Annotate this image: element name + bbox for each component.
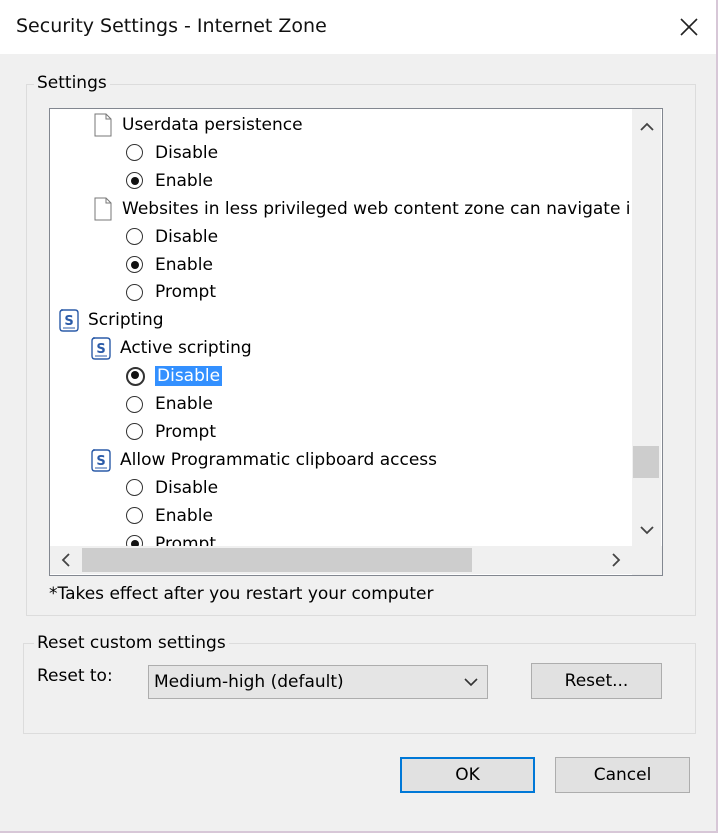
setting-label: Allow Programmatic clipboard access bbox=[120, 449, 437, 470]
chevron-down-icon bbox=[639, 526, 654, 535]
setting-label: Enable bbox=[155, 394, 213, 414]
reset-to-label: Reset to: bbox=[37, 666, 113, 686]
radio-button[interactable] bbox=[126, 395, 143, 413]
settings-tree-box: Userdata persistence Disable Enable Website… bbox=[49, 108, 663, 576]
close-icon bbox=[680, 18, 698, 36]
setting-option-enable[interactable]: Enable bbox=[50, 390, 632, 418]
setting-option-prompt[interactable]: Prompt bbox=[50, 278, 632, 306]
svg-text:S: S bbox=[64, 314, 73, 329]
setting-option-enable[interactable]: Enable bbox=[50, 167, 632, 195]
setting-label: Scripting bbox=[88, 310, 164, 331]
scroll-up-button[interactable] bbox=[632, 113, 661, 141]
scrollbar-corner bbox=[632, 546, 662, 575]
radio-button[interactable] bbox=[126, 228, 143, 246]
setting-option-prompt[interactable]: Prompt bbox=[50, 418, 632, 446]
radio-button[interactable] bbox=[126, 366, 145, 386]
settings-tree[interactable]: Userdata persistence Disable Enable Website… bbox=[50, 109, 632, 546]
dialog-title: Security Settings - Internet Zone bbox=[16, 15, 327, 37]
setting-item[interactable]: S Allow Programmatic clipboard access bbox=[50, 446, 632, 474]
radio-button[interactable] bbox=[126, 172, 143, 190]
setting-label: Disable bbox=[155, 366, 223, 387]
setting-label: Disable bbox=[155, 477, 219, 498]
setting-label: Disable bbox=[155, 142, 219, 163]
setting-item[interactable]: Userdata persistence bbox=[50, 111, 632, 139]
setting-label: Websites in less privileged web content … bbox=[122, 198, 632, 219]
cancel-button[interactable]: Cancel bbox=[555, 757, 690, 793]
radio-button[interactable] bbox=[126, 479, 143, 497]
setting-option-prompt[interactable]: Prompt bbox=[50, 530, 632, 547]
document-icon bbox=[90, 196, 116, 222]
setting-label: Prompt bbox=[155, 282, 216, 303]
setting-label: Enable bbox=[155, 254, 213, 275]
setting-option-enable[interactable]: Enable bbox=[50, 502, 632, 530]
reset-level-value: Medium-high (default) bbox=[154, 672, 344, 692]
settings-group-label: Settings bbox=[34, 73, 110, 93]
horizontal-scrollbar[interactable] bbox=[50, 546, 632, 574]
chevron-right-icon bbox=[612, 553, 621, 567]
setting-option-disable[interactable]: Disable bbox=[50, 223, 632, 251]
chevron-up-icon bbox=[639, 122, 654, 131]
setting-category[interactable]: S Scripting bbox=[50, 306, 632, 334]
radio-button[interactable] bbox=[126, 535, 143, 546]
scroll-right-button[interactable] bbox=[604, 546, 628, 574]
vertical-scroll-thumb[interactable] bbox=[633, 446, 659, 478]
horizontal-scroll-thumb[interactable] bbox=[82, 548, 472, 572]
setting-option-disable[interactable]: Disable bbox=[50, 474, 632, 502]
setting-label: Prompt bbox=[155, 533, 216, 547]
scroll-down-button[interactable] bbox=[632, 516, 661, 544]
setting-label: Enable bbox=[155, 170, 213, 191]
radio-button[interactable] bbox=[126, 507, 143, 525]
script-icon: S bbox=[88, 335, 114, 361]
setting-item[interactable]: S Active scripting bbox=[50, 334, 632, 362]
reset-button[interactable]: Reset... bbox=[531, 663, 662, 699]
vertical-scrollbar[interactable] bbox=[632, 109, 661, 546]
svg-text:S: S bbox=[96, 342, 105, 357]
radio-button[interactable] bbox=[126, 256, 143, 273]
setting-item[interactable]: Websites in less privileged web content … bbox=[50, 195, 632, 223]
document-icon bbox=[90, 112, 116, 138]
setting-option-disable[interactable]: Disable bbox=[50, 139, 632, 167]
radio-button[interactable] bbox=[126, 283, 143, 301]
ok-button[interactable]: OK bbox=[400, 757, 535, 793]
svg-text:S: S bbox=[96, 454, 105, 469]
setting-label: Userdata persistence bbox=[122, 115, 303, 135]
reset-group-label: Reset custom settings bbox=[34, 633, 229, 653]
security-settings-dialog: Security Settings - Internet Zone Settin… bbox=[0, 0, 718, 833]
script-icon: S bbox=[88, 447, 114, 473]
setting-option-disable[interactable]: Disable bbox=[50, 362, 632, 390]
title-bar: Security Settings - Internet Zone bbox=[0, 0, 716, 54]
setting-option-enable[interactable]: Enable bbox=[50, 251, 632, 279]
close-button[interactable] bbox=[664, 4, 714, 50]
chevron-down-icon bbox=[464, 678, 478, 687]
scroll-left-button[interactable] bbox=[54, 546, 78, 574]
setting-label: Enable bbox=[155, 505, 213, 526]
reset-level-select[interactable]: Medium-high (default) bbox=[148, 665, 488, 699]
restart-note: *Takes effect after you restart your com… bbox=[49, 584, 434, 604]
setting-label: Disable bbox=[155, 226, 219, 247]
radio-button[interactable] bbox=[126, 144, 143, 162]
chevron-left-icon bbox=[61, 553, 70, 567]
script-icon: S bbox=[56, 307, 82, 333]
radio-button[interactable] bbox=[126, 423, 143, 441]
setting-label: Active scripting bbox=[120, 338, 252, 359]
setting-label: Prompt bbox=[155, 421, 216, 442]
